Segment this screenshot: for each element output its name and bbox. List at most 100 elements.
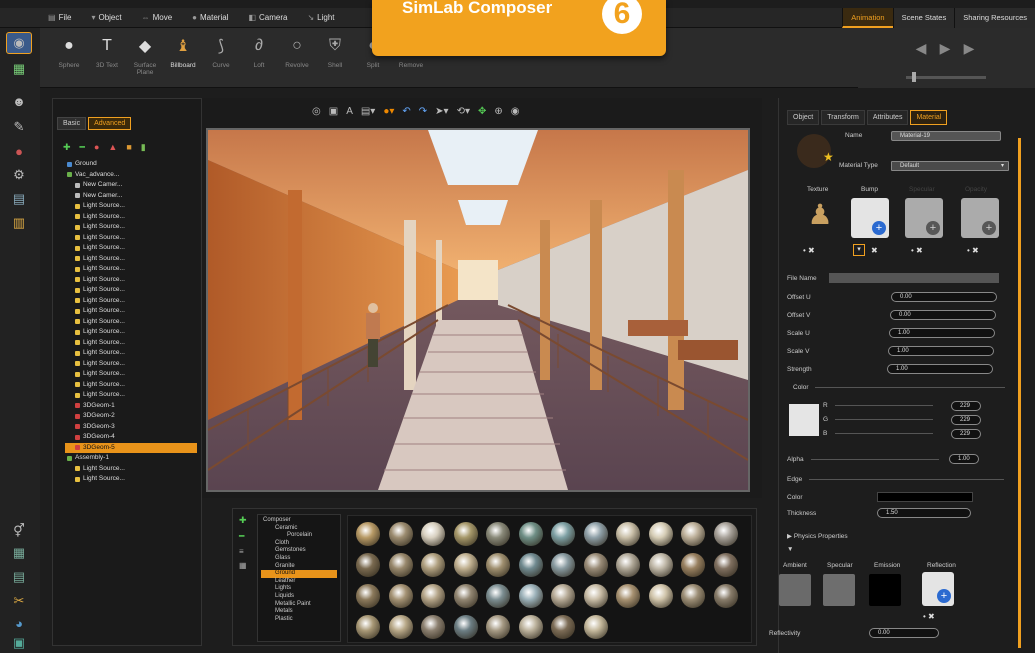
redo-icon[interactable]: ↷	[419, 106, 427, 117]
material-swatch[interactable]	[453, 522, 478, 546]
thickness-field[interactable]: 1.50	[877, 508, 971, 518]
menu-item-camera[interactable]: ◧ Camera	[240, 11, 295, 24]
material-swatch[interactable]	[713, 584, 738, 608]
tree-node[interactable]: Light Source...	[65, 264, 197, 275]
bump-map-slot[interactable]: +	[851, 198, 889, 238]
material-swatch[interactable]	[486, 584, 510, 608]
tab-advanced[interactable]: Advanced	[88, 117, 132, 130]
select-tool-icon[interactable]: ◉	[6, 32, 32, 54]
material-swatch[interactable]	[518, 615, 543, 639]
tree-node[interactable]: 3DGeom-5	[65, 442, 197, 453]
zoom-icon[interactable]: ⊕	[494, 106, 502, 117]
tree-node[interactable]: Light Source...	[65, 359, 197, 370]
tree-node[interactable]: Ground	[65, 159, 197, 170]
opacity-map-slot[interactable]: +	[961, 198, 999, 238]
scene-icon[interactable]: ▦	[6, 58, 32, 80]
gallery-icon[interactable]: ▦	[6, 542, 32, 564]
rgb-slider-b[interactable]	[835, 433, 933, 434]
timeline-slider-knob[interactable]	[912, 72, 916, 82]
physics-properties-header[interactable]: ▶ Physics Properties	[787, 532, 848, 540]
tool-3d-text[interactable]: T 3D Text	[88, 34, 126, 69]
add-material-icon[interactable]: ✚	[239, 515, 247, 526]
material-swatch[interactable]	[388, 553, 413, 577]
tool-surface-plane[interactable]: ◆ Surface Plane	[126, 34, 164, 76]
tool-shell[interactable]: ⛨ Shell	[316, 34, 354, 69]
material-category[interactable]: Ground	[261, 570, 337, 578]
opacity-remove-icon[interactable]: • ✖	[967, 246, 979, 255]
tree-node[interactable]: New Camer...	[65, 191, 197, 202]
tree-node[interactable]: Light Source...	[65, 317, 197, 328]
tool-billboard[interactable]: ♝ Billboard	[164, 34, 202, 69]
rgb-field-b[interactable]: 229	[951, 429, 981, 439]
material-type-select[interactable]: Default ▾	[891, 161, 1009, 171]
collapse-arrow-icon[interactable]: ▼	[787, 546, 793, 553]
material-swatch[interactable]	[421, 553, 445, 577]
material-swatch[interactable]	[616, 522, 640, 546]
lock-icon[interactable]: ■	[126, 142, 131, 153]
material-swatch[interactable]	[713, 522, 738, 546]
tab-sharing-resources[interactable]: Sharing Resources	[954, 8, 1035, 28]
tab-animation[interactable]: Animation	[842, 8, 893, 28]
material-swatch[interactable]	[681, 553, 705, 577]
chart-icon[interactable]: ▤	[6, 566, 32, 588]
param-field[interactable]: 1.00	[887, 364, 993, 374]
material-category[interactable]: Liquids	[261, 593, 337, 601]
material-swatch[interactable]	[551, 522, 575, 546]
tree-node[interactable]: Light Source...	[65, 369, 197, 380]
menu-item-light[interactable]: ↘ Light	[299, 11, 342, 24]
tree-node[interactable]: Light Source...	[65, 212, 197, 223]
reflection-map-slot[interactable]: +	[922, 572, 954, 606]
material-swatch[interactable]	[551, 553, 575, 577]
material-swatch[interactable]	[421, 584, 445, 608]
material-swatch[interactable]	[356, 615, 380, 639]
rotate-icon[interactable]: ⟲▾	[457, 106, 470, 117]
material-swatch[interactable]	[583, 553, 608, 577]
bump-remove-icon[interactable]: ✖	[871, 246, 878, 255]
group-icon[interactable]: ▮	[141, 142, 146, 153]
edge-color-swatch[interactable]	[877, 492, 973, 502]
file-name-field[interactable]	[829, 273, 999, 283]
material-category[interactable]: Porcelain	[261, 532, 337, 540]
bump-options-icon[interactable]: ▾	[853, 244, 865, 256]
alpha-field[interactable]: 1.00	[949, 454, 979, 464]
specular-swatch[interactable]	[823, 574, 855, 606]
tree-node[interactable]: Light Source...	[65, 285, 197, 296]
alpha-slider[interactable]	[811, 459, 939, 460]
tree-node[interactable]: Light Source...	[65, 243, 197, 254]
menu-item-material[interactable]: ● Material	[184, 11, 236, 24]
color-swatch[interactable]	[789, 404, 819, 436]
material-swatch[interactable]	[518, 553, 543, 577]
param-field[interactable]: 0.00	[891, 292, 997, 302]
tree-node[interactable]: Light Source...	[65, 464, 197, 475]
tree-node[interactable]: Assembly-1	[65, 453, 197, 464]
material-category[interactable]: Composer	[261, 517, 337, 525]
material-swatch[interactable]	[453, 584, 478, 608]
prev-frame-icon[interactable]: ◀	[910, 40, 932, 58]
material-swatch[interactable]	[713, 553, 738, 577]
material-swatch[interactable]	[518, 522, 543, 546]
material-swatch[interactable]	[356, 553, 380, 577]
material-swatch[interactable]	[583, 584, 608, 608]
material-swatch[interactable]	[421, 615, 445, 639]
tree-node[interactable]: 3DGeom-3	[65, 422, 197, 433]
material-category[interactable]: Ceramic	[261, 525, 337, 533]
material-swatch[interactable]	[486, 615, 510, 639]
emission-swatch[interactable]	[869, 574, 901, 606]
copy-icon[interactable]: ▤▾	[361, 106, 375, 117]
material-category[interactable]: Cloth	[261, 540, 337, 548]
specular-map-slot[interactable]: +	[905, 198, 943, 238]
tree-node[interactable]: Light Source...	[65, 275, 197, 286]
tree-node[interactable]: Light Source...	[65, 390, 197, 401]
timeline-slider[interactable]	[906, 72, 986, 82]
material-category[interactable]: Leather	[261, 578, 337, 586]
list-view-icon[interactable]: ≡	[239, 547, 244, 556]
tab-object[interactable]: Object	[787, 110, 820, 125]
rgb-field-g[interactable]: 229	[951, 415, 981, 425]
material-category[interactable]: Metallic Paint	[261, 601, 337, 609]
properties-scrollbar[interactable]	[1018, 138, 1021, 648]
specular-remove-icon[interactable]: • ✖	[911, 246, 923, 255]
zoom-fit-icon[interactable]: ◎	[312, 106, 321, 117]
paint-tool-icon[interactable]: ✎	[6, 116, 32, 138]
remove-material-icon[interactable]: ━	[239, 531, 244, 542]
cube-icon[interactable]: ▣	[6, 632, 32, 654]
